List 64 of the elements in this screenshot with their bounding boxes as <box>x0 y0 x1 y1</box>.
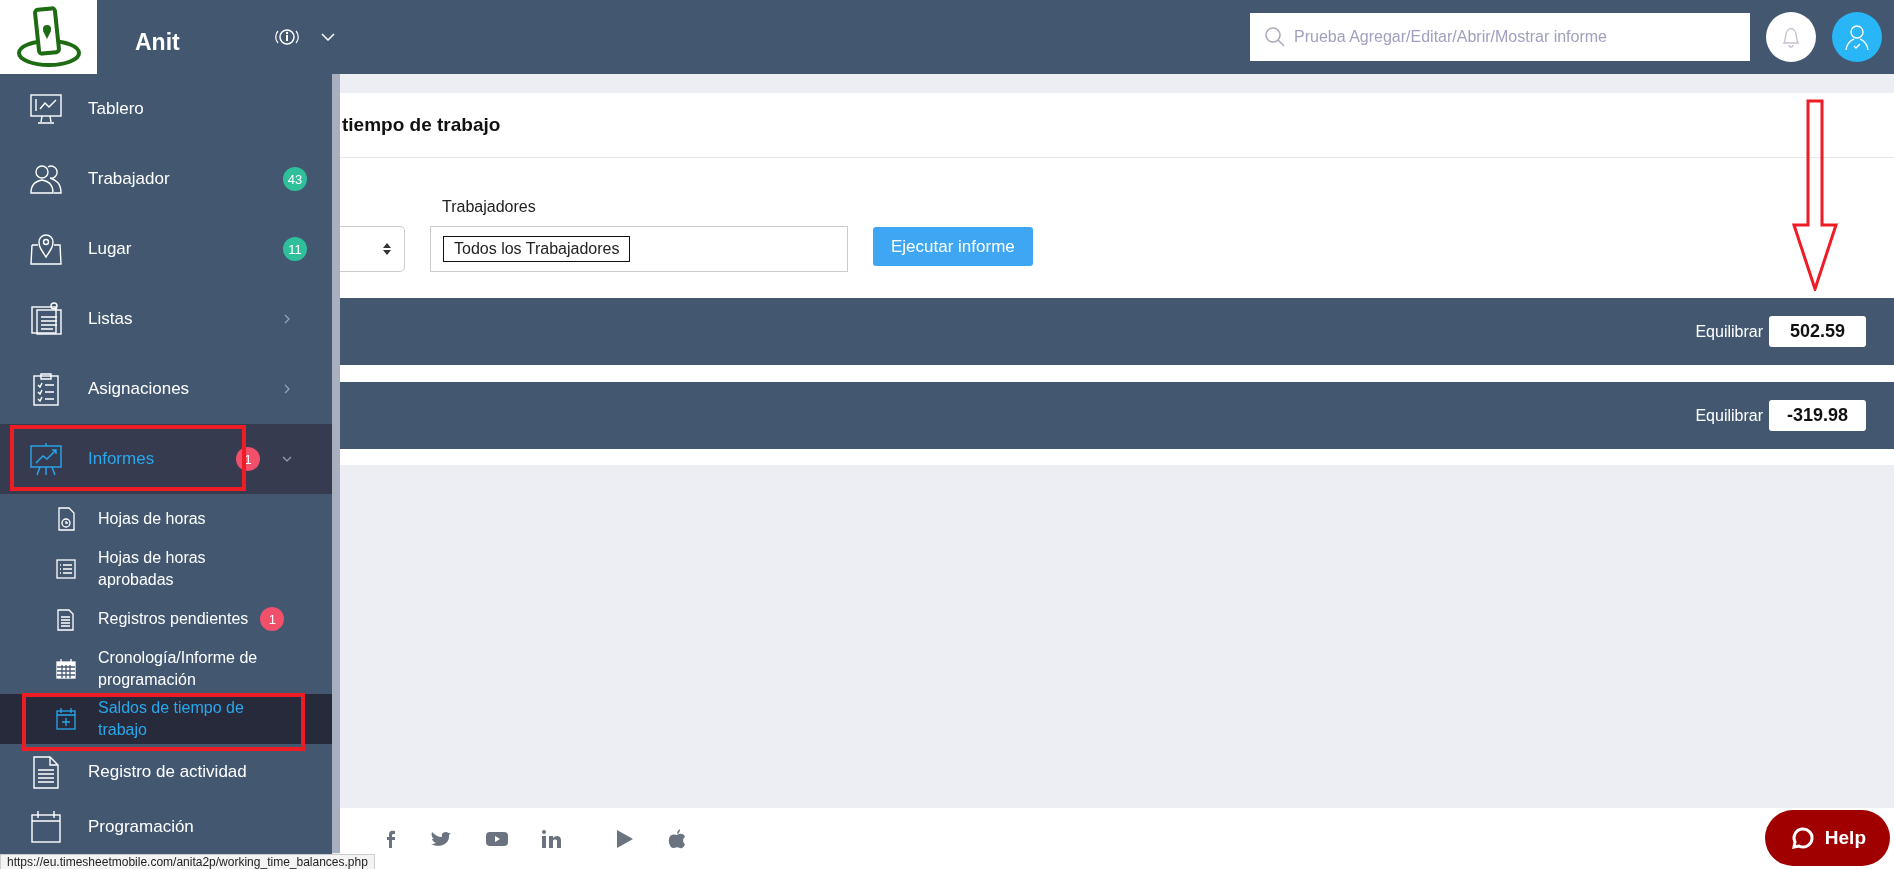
monitor-chart-icon <box>28 91 64 127</box>
bird-icon[interactable] <box>430 829 452 848</box>
submenu-item[interactable]: Cronología/Informe de programación <box>0 644 332 694</box>
submenu-item[interactable]: Saldos de tiempo de trabajo <box>0 694 332 744</box>
sidebar-item[interactable]: Tablero <box>0 74 332 144</box>
submenu-label: Hojas de horas <box>98 509 206 529</box>
count-badge: 11 <box>283 237 307 261</box>
easel-chart-icon <box>28 441 64 477</box>
calendar-grid-icon <box>54 656 78 682</box>
info-icon[interactable] <box>274 27 299 47</box>
logo-icon[interactable] <box>0 0 97 74</box>
balance-label: Equilibrar <box>1695 406 1763 425</box>
count-badge: 43 <box>283 167 307 191</box>
search-field[interactable]: Prueba Agregar/Editar/Abrir/Mostrar informe <box>1250 13 1750 61</box>
menu-label: Tablero <box>88 99 145 119</box>
menu-label: Asignaciones <box>88 379 191 399</box>
search-icon <box>1264 26 1286 48</box>
sidebar-item[interactable]: Asignaciones <box>0 354 332 424</box>
submenu-label: Hojas de horas aprobadas <box>98 548 207 590</box>
balance-value: -319.98 <box>1769 400 1866 431</box>
help-button[interactable]: Help <box>1764 810 1890 866</box>
video-play-icon[interactable] <box>486 830 508 847</box>
menu-label: Registro de actividad <box>88 761 248 782</box>
field-label: Trabajadores <box>441 198 537 216</box>
menu-label: Lugar <box>88 239 133 259</box>
page-title: tiempo de trabajo <box>340 93 1894 158</box>
brand-name: Anit <box>135 28 180 56</box>
menu-label: Programación <box>88 816 195 837</box>
select-field[interactable] <box>340 226 405 272</box>
balance-value: 502.59 <box>1769 316 1866 347</box>
caret-icon[interactable] <box>320 33 335 41</box>
calendar-icon <box>28 808 64 845</box>
submenu-item[interactable]: Registros pendientes 1 <box>0 594 332 644</box>
sidebar-item[interactable]: Trabajador 43 <box>0 144 332 214</box>
worker-tag[interactable]: Todos los Trabajadores <box>443 236 631 262</box>
facebook-icon[interactable] <box>386 829 396 848</box>
sidebar-item[interactable]: Lugar 11 <box>0 214 332 284</box>
in-icon[interactable] <box>542 829 562 848</box>
submenu-label: Registros pendientes <box>98 609 249 629</box>
sort-caret-icon <box>382 241 392 257</box>
menu-label: Informes <box>88 449 156 469</box>
workers-field[interactable]: Todos los Trabajadores <box>430 226 848 272</box>
submenu-label: Saldos de tiempo de trabajo <box>98 698 245 740</box>
submenu-label: Cronología/Informe de programación <box>98 648 259 690</box>
calendar-plus-icon <box>54 706 78 732</box>
notification-button[interactable] <box>1766 12 1816 62</box>
link-url-tooltip: https://eu.timesheetmobile.com/anita2p/working_time_balances.php <box>0 854 375 869</box>
submenu-item[interactable]: Hojas de horas aprobadas <box>0 544 332 594</box>
list-icon <box>54 556 78 582</box>
sidebar-item[interactable]: Programación <box>0 799 332 854</box>
notes-icon <box>28 301 64 337</box>
submenu-item[interactable]: Hojas de horas <box>0 494 332 544</box>
sidebar-item[interactable]: Listas <box>0 284 332 354</box>
apple-icon[interactable] <box>668 828 686 849</box>
map-pin-icon <box>28 231 64 267</box>
sidebar-item[interactable]: Registro de actividad <box>0 744 332 799</box>
scrollbar[interactable] <box>332 74 340 853</box>
menu-label: Listas <box>88 309 134 329</box>
count-badge: 1 <box>260 607 285 631</box>
play-triangle-icon[interactable] <box>616 828 634 849</box>
user-button[interactable] <box>1832 12 1882 62</box>
menu-label: Trabajador <box>88 169 171 189</box>
balance-label: Equilibrar <box>1695 322 1763 341</box>
user-icon <box>1844 23 1870 51</box>
